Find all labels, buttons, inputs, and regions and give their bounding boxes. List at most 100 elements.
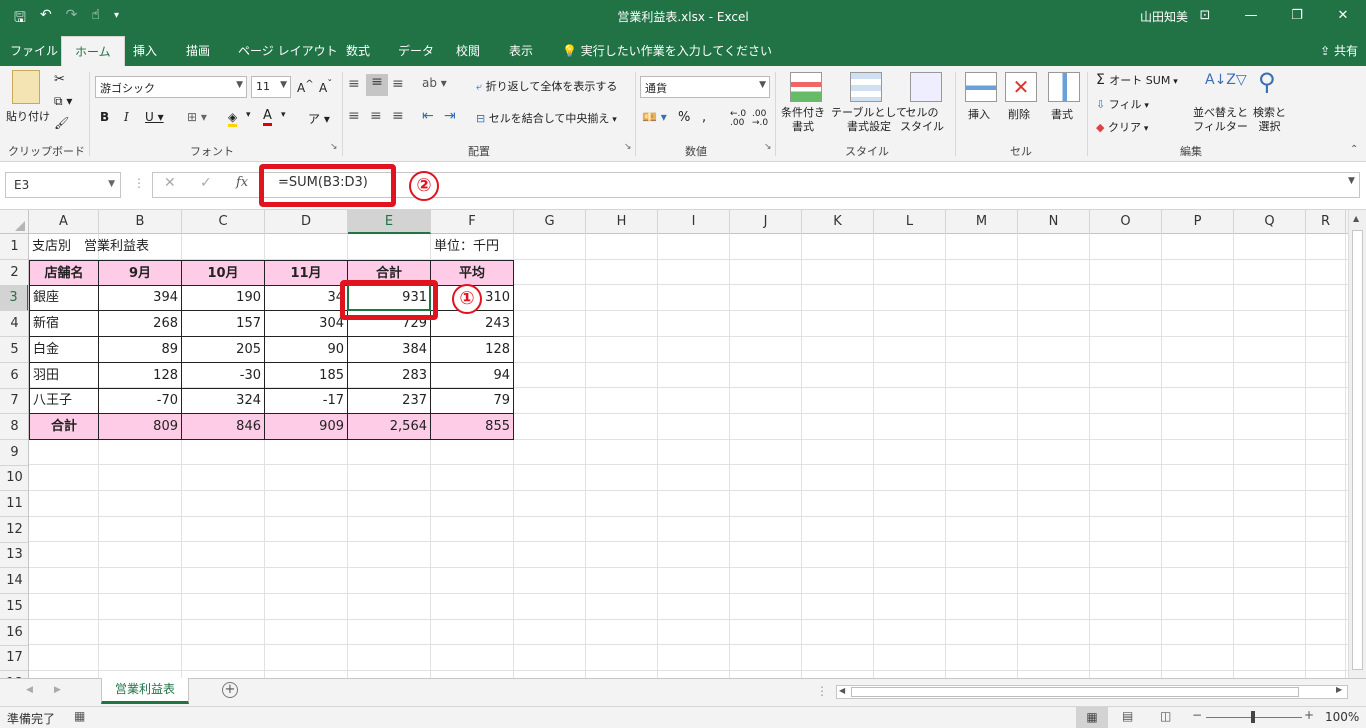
page-layout-view-icon[interactable]: ▤	[1122, 709, 1133, 723]
ribbon-display-icon[interactable]: ⊡	[1182, 0, 1228, 32]
increase-decimal-icon[interactable]: ←.0.00	[730, 110, 746, 128]
name-box[interactable]: E3 ▼	[5, 172, 121, 198]
close-icon[interactable]: ✕	[1320, 0, 1366, 32]
cell-styles-icon[interactable]	[910, 72, 942, 102]
data-cell[interactable]: 185	[265, 362, 348, 389]
row-header-3[interactable]: 3	[0, 285, 28, 312]
restore-icon[interactable]: ❐	[1274, 0, 1320, 32]
data-cell[interactable]: 白金	[29, 336, 99, 363]
row-header-10[interactable]: 10	[0, 465, 28, 492]
underline-icon[interactable]: U ▾	[145, 110, 164, 124]
data-cell[interactable]: 90	[265, 336, 348, 363]
font-size-select[interactable]: 11 ▼	[251, 76, 291, 98]
cell-f1[interactable]: 単位：千円	[431, 234, 514, 260]
row-header-13[interactable]: 13	[0, 542, 28, 569]
format-cells-button[interactable]: 書式	[1051, 106, 1073, 122]
column-header-h[interactable]: H	[586, 210, 658, 234]
conditional-formatting-button[interactable]: 条件付き 書式	[781, 106, 825, 134]
data-cell[interactable]: -30	[182, 362, 265, 389]
data-cell[interactable]: 89	[99, 336, 182, 363]
row-header-6[interactable]: 6	[0, 363, 28, 389]
format-as-table-button[interactable]: テーブルとして 書式設定	[831, 106, 907, 134]
row-header-17[interactable]: 17	[0, 645, 28, 672]
number-format-select[interactable]: 通貨 ▼	[640, 76, 770, 98]
column-header-k[interactable]: K	[802, 210, 874, 234]
format-as-table-icon[interactable]	[850, 72, 882, 102]
column-header-c[interactable]: C	[182, 210, 265, 234]
align-middle-icon[interactable]: ≡	[366, 74, 388, 96]
next-sheet-icon[interactable]: ▶	[54, 685, 61, 695]
row-header-5[interactable]: 5	[0, 337, 28, 363]
column-header-d[interactable]: D	[265, 210, 348, 234]
currency-format-icon[interactable]: 💴 ▾	[642, 110, 667, 124]
tab-insert[interactable]: 挿入	[133, 42, 157, 59]
user-name[interactable]: 山田知美	[1140, 8, 1188, 25]
zoom-in-icon[interactable]: +	[1304, 708, 1314, 722]
row-header-4[interactable]: 4	[0, 311, 28, 338]
data-cell[interactable]: 283	[348, 362, 431, 389]
total-cell[interactable]: 2,564	[348, 413, 431, 440]
total-cell[interactable]: 合計	[29, 413, 99, 440]
tab-formulas[interactable]: 数式	[346, 42, 370, 59]
data-cell[interactable]: 94	[431, 362, 514, 389]
increase-font-icon[interactable]: A^	[297, 79, 314, 95]
tab-data[interactable]: データ	[398, 42, 434, 59]
data-cell[interactable]: 384	[348, 336, 431, 363]
row-header-15[interactable]: 15	[0, 594, 28, 620]
column-header-j[interactable]: J	[730, 210, 802, 234]
find-select-icon[interactable]: ⚲	[1258, 68, 1276, 96]
column-header-p[interactable]: P	[1162, 210, 1234, 234]
align-center-icon[interactable]: ≡	[370, 108, 382, 124]
italic-icon[interactable]: I	[124, 110, 129, 124]
scroll-left-icon[interactable]: ◀	[839, 686, 845, 695]
data-cell[interactable]: 34	[265, 285, 348, 312]
header-cell-5[interactable]: 平均	[431, 259, 514, 286]
total-cell[interactable]: 909	[265, 413, 348, 440]
column-header-m[interactable]: M	[946, 210, 1018, 234]
decrease-indent-icon[interactable]: ⇤	[422, 108, 434, 124]
row-header-8[interactable]: 8	[0, 414, 28, 440]
sheet-tab[interactable]: 営業利益表	[101, 678, 189, 704]
align-right-icon[interactable]: ≡	[392, 108, 404, 124]
page-break-view-icon[interactable]: ◫	[1160, 709, 1171, 723]
align-left-icon[interactable]: ≡	[348, 108, 360, 124]
data-cell[interactable]: 324	[182, 388, 265, 415]
delete-cells-button[interactable]: 削除	[1008, 106, 1030, 122]
column-header-a[interactable]: A	[29, 210, 99, 234]
worksheet-grid[interactable]: 支店別 営業利益表 単位：千円 店舗名 9月 10月 11月 合計 平均 銀座 394 190 34 9…	[29, 234, 1348, 678]
enter-icon[interactable]: ✓	[200, 175, 212, 191]
orientation-icon[interactable]: ab ▾	[422, 76, 447, 90]
row-header-7[interactable]: 7	[0, 388, 28, 415]
zoom-level[interactable]: 100%	[1325, 710, 1359, 724]
comma-style-icon[interactable]: ,	[702, 110, 706, 125]
cell-styles-button[interactable]: セルの スタイル	[900, 106, 944, 134]
tab-split-handle[interactable]: ⋮	[816, 684, 828, 698]
zoom-out-icon[interactable]: −	[1192, 708, 1202, 722]
sort-filter-button[interactable]: 並べ替えと フィルター	[1193, 106, 1248, 134]
data-cell[interactable]: 128	[431, 336, 514, 363]
total-cell[interactable]: 809	[99, 413, 182, 440]
column-header-r[interactable]: R	[1306, 210, 1346, 234]
total-cell[interactable]: 846	[182, 413, 265, 440]
vertical-scroll-thumb[interactable]	[1352, 230, 1363, 670]
header-cell-2[interactable]: 10月	[182, 259, 265, 286]
autosum-button[interactable]: Σ オート SUM ▾	[1096, 72, 1178, 88]
tab-review[interactable]: 校閲	[456, 42, 480, 59]
data-cell[interactable]: 243	[431, 311, 514, 338]
column-header-n[interactable]: N	[1018, 210, 1090, 234]
column-header-i[interactable]: I	[658, 210, 730, 234]
normal-view-icon[interactable]: ▦	[1076, 707, 1108, 728]
insert-cells-icon[interactable]	[965, 72, 997, 102]
fill-button[interactable]: ⇩ フィル ▾	[1096, 96, 1149, 112]
tab-file[interactable]: ファイル	[10, 42, 58, 59]
collapse-ribbon-icon[interactable]: ⌃	[1350, 144, 1358, 155]
row-header-2[interactable]: 2	[0, 260, 28, 286]
data-cell[interactable]: 銀座	[29, 285, 99, 312]
format-painter-icon[interactable]: 🖌	[54, 116, 69, 130]
tab-draw[interactable]: 描画	[186, 42, 210, 59]
wrap-text-button[interactable]: ⤶ 折り返して全体を表示する	[476, 78, 617, 94]
select-all-button[interactable]	[0, 210, 29, 234]
chevron-down-icon[interactable]: ▾	[281, 110, 286, 120]
cut-icon[interactable]: ✂	[54, 72, 65, 87]
vertical-scrollbar[interactable]: ▲	[1348, 210, 1366, 678]
